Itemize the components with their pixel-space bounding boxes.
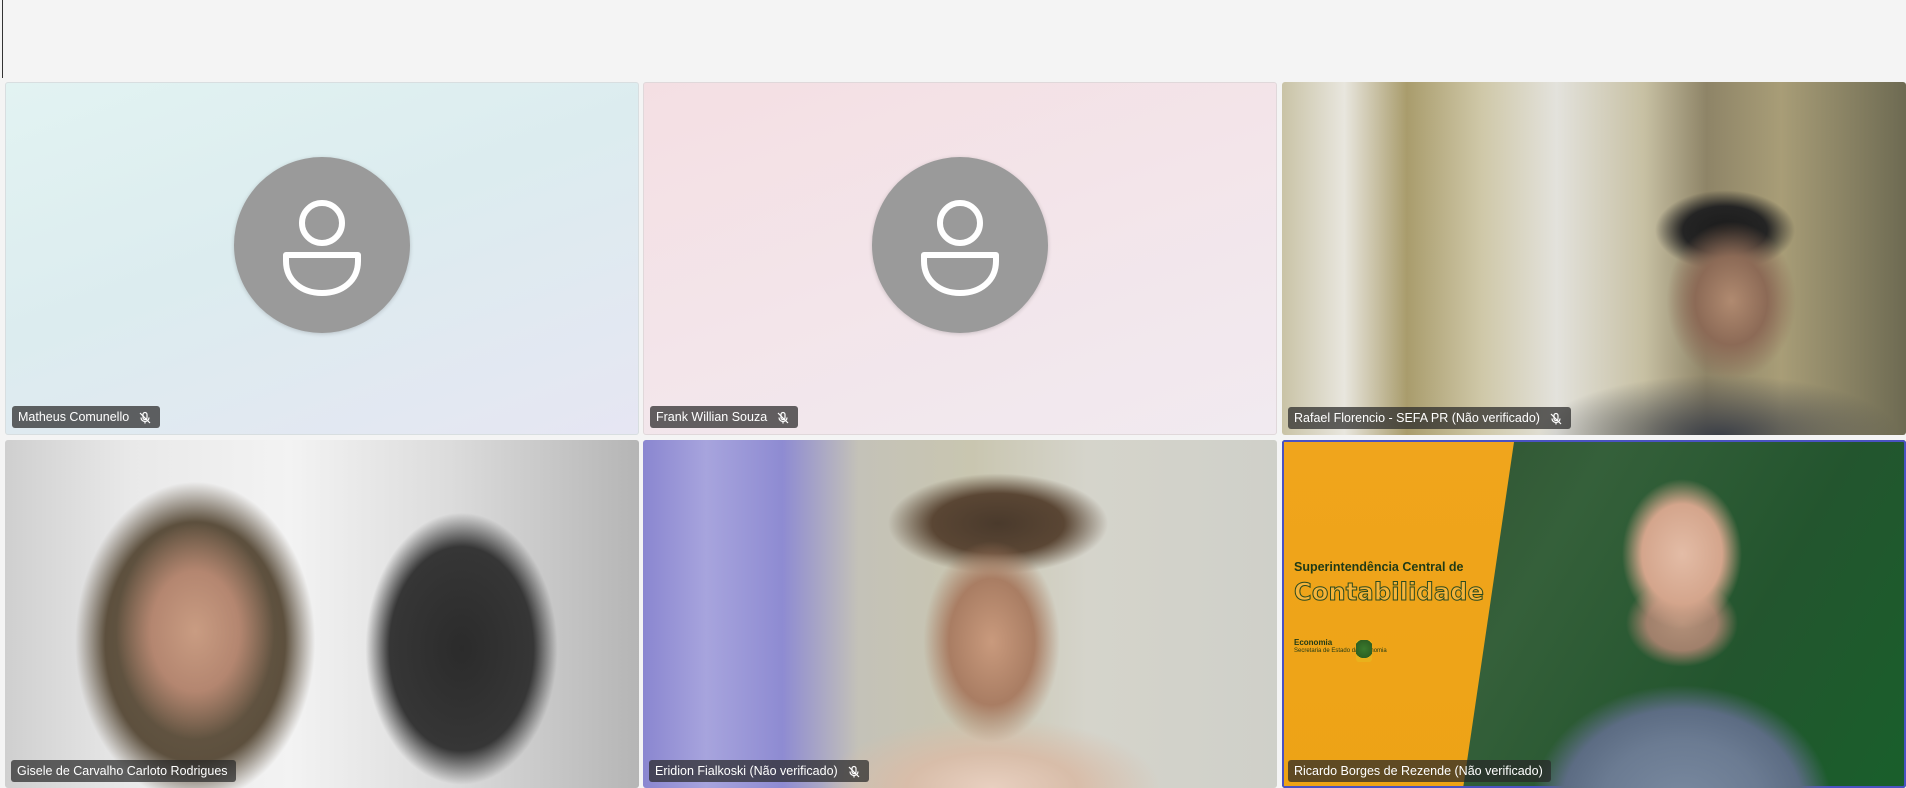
participant-video-tile[interactable]: Eridion Fialkoski (Não verificado) <box>643 440 1277 788</box>
participant-tile[interactable]: Matheus Comunello <box>5 82 639 435</box>
mic-off-icon <box>138 410 152 424</box>
banner-org-name: Economia <box>1294 638 1333 647</box>
mic-off-icon <box>776 410 790 424</box>
participant-name: Matheus Comunello <box>18 410 130 424</box>
speaker-video <box>1472 444 1892 788</box>
banner-org: Economia Secretaria de Estado da Economi… <box>1294 638 1387 655</box>
avatar <box>872 156 1048 333</box>
participant-name-label: Rafael Florencio - SEFA PR (Não verifica… <box>1288 407 1571 429</box>
top-toolbar-area <box>0 0 1906 80</box>
text-cursor <box>2 0 3 78</box>
person-icon <box>283 199 361 296</box>
banner-org-sub: Secretaria de Estado da Economia <box>1294 648 1387 654</box>
participant-video-tile[interactable]: Gisele de Carvalho Carloto Rodrigues <box>5 440 639 788</box>
mic-off-icon <box>1549 411 1563 425</box>
participant-name-label: Ricardo Borges de Rezende (Não verificad… <box>1288 760 1551 782</box>
mic-off-icon <box>847 764 861 778</box>
person-icon <box>921 199 999 296</box>
participant-name: Frank Willian Souza <box>656 410 768 424</box>
active-speaker-video-tile[interactable]: Superintendência Central de Contabilidad… <box>1282 440 1906 788</box>
participant-name: Gisele de Carvalho Carloto Rodrigues <box>17 764 228 778</box>
participant-tile[interactable]: Frank Willian Souza <box>643 82 1277 435</box>
participant-name: Rafael Florencio - SEFA PR (Não verifica… <box>1294 411 1540 425</box>
participant-name-label: Matheus Comunello <box>12 406 161 428</box>
participant-name: Eridion Fialkoski (Não verificado) <box>655 764 838 778</box>
banner-title-line1: Superintendência Central de <box>1294 560 1464 574</box>
participant-name-label: Frank Willian Souza <box>650 406 799 428</box>
banner-title-line2: Contabilidade <box>1293 578 1485 607</box>
participant-video-tile[interactable]: Rafael Florencio - SEFA PR (Não verifica… <box>1282 82 1906 435</box>
state-seal-icon <box>1356 640 1372 662</box>
avatar <box>234 156 410 333</box>
participant-grid: Matheus Comunello Frank Willian Souza Ra… <box>5 82 1906 788</box>
participant-name-label: Eridion Fialkoski (Não verificado) <box>649 760 869 782</box>
participant-name-label: Gisele de Carvalho Carloto Rodrigues <box>11 760 236 782</box>
participant-name: Ricardo Borges de Rezende (Não verificad… <box>1294 764 1543 778</box>
